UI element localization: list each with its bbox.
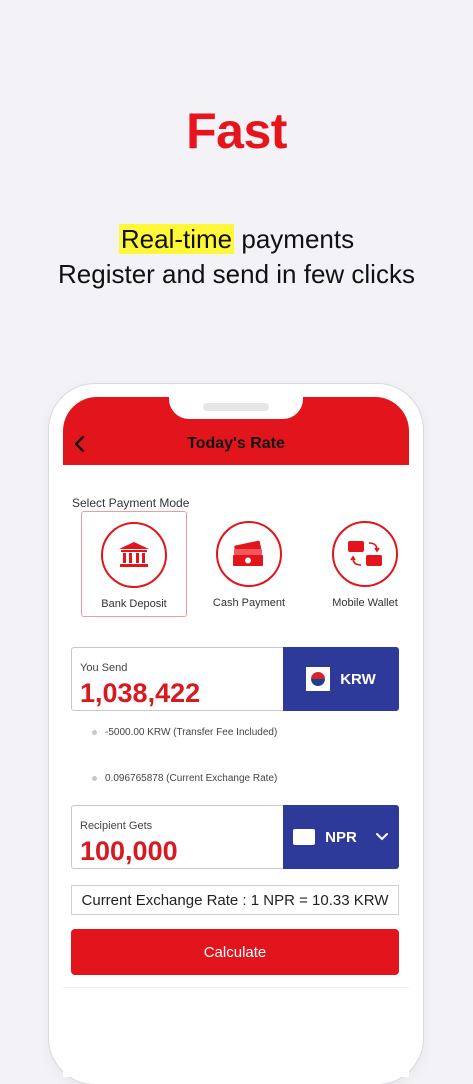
receive-currency-code: NPR [325, 828, 357, 846]
promo-line-2: Register and send in few clicks [58, 259, 415, 289]
speaker-bar [203, 403, 269, 411]
send-currency-code: KRW [340, 670, 376, 688]
receive-amount-box: Recipient Gets NPR [71, 805, 399, 869]
bullet-dot [92, 730, 97, 735]
payment-mode-label-cash: Cash Payment [212, 597, 286, 609]
send-amount-input[interactable] [80, 678, 280, 709]
payment-mode-mobile-wallet[interactable]: Mobile Wallet [312, 511, 409, 617]
calculate-button[interactable]: Calculate [71, 929, 399, 975]
nepal-flag-icon [293, 829, 316, 845]
receive-caption: Recipient Gets [80, 820, 153, 832]
payment-mode-bank-deposit[interactable]: Bank Deposit [81, 511, 187, 617]
exchange-rate-detail-text: 0.096765878 (Current Exchange Rate) [105, 773, 278, 784]
promo-headline: Fast [186, 103, 287, 159]
promo-subtitle: Real-time payments Register and send in … [0, 222, 473, 292]
receive-currency-selector[interactable]: NPR [283, 805, 399, 869]
south-korea-flag-icon [306, 667, 331, 691]
promo-line-1: Real-time payments [0, 222, 473, 257]
app-bar: Today's Rate [63, 397, 409, 465]
bullet-dot [92, 776, 97, 781]
cash-icon [216, 521, 282, 587]
divider [63, 987, 409, 988]
payment-mode-label-bank: Bank Deposit [101, 598, 167, 610]
current-exchange-rate: Current Exchange Rate : 1 NPR = 10.33 KR… [71, 885, 399, 915]
send-currency-selector[interactable]: KRW [283, 647, 399, 711]
transfer-fee-text: -5000.00 KRW (Transfer Fee Included) [105, 727, 278, 738]
promo-line-1-rest: payments [234, 224, 355, 254]
highlight-text: Real-time [118, 224, 235, 254]
page-title: Today's Rate [187, 435, 285, 452]
send-caption: You Send [80, 662, 128, 674]
payment-mode-label-wallet: Mobile Wallet [332, 597, 398, 609]
phone-frame: Today's Rate Select Payment Mode Bank De… [49, 384, 423, 1084]
send-amount-box: You Send KRW [71, 647, 399, 711]
receive-amount-input[interactable] [80, 836, 280, 867]
app-screen: Today's Rate Select Payment Mode Bank De… [63, 397, 409, 1077]
payment-mode-label: Select Payment Mode [72, 496, 190, 510]
payment-mode-cash-payment[interactable]: Cash Payment [196, 511, 302, 617]
chevron-down-icon [375, 833, 388, 841]
bank-icon [101, 522, 167, 588]
wallet-icon [332, 521, 398, 587]
